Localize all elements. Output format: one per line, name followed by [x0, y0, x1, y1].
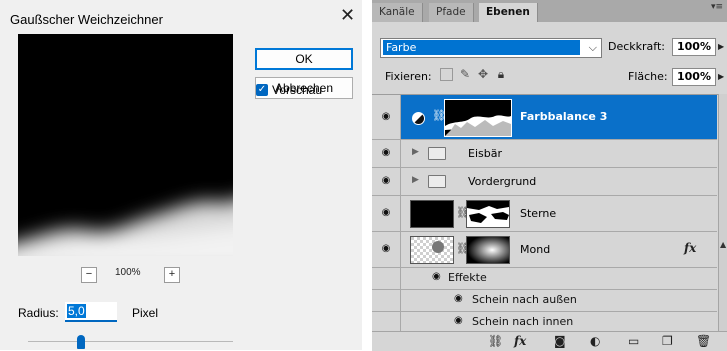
layer-mask-thumbnail[interactable]	[444, 99, 512, 137]
radius-input[interactable]: 5,0	[65, 302, 117, 322]
opacity-label: Deckkraft:	[608, 40, 665, 53]
lock-label: Fixieren:	[385, 70, 432, 83]
layer-name: Eisbär	[468, 147, 502, 160]
layers-scrollbar[interactable]: ▲	[718, 94, 727, 331]
new-adjustment-icon[interactable]: ◐	[590, 333, 600, 349]
mask-graphic	[467, 237, 509, 263]
expand-arrow-icon[interactable]: ▶	[412, 147, 419, 157]
fx-icon[interactable]: fx	[684, 241, 696, 255]
layer-name: Mond	[520, 243, 551, 256]
adjustment-layer-icon	[412, 112, 425, 125]
new-group-icon[interactable]: ▭	[628, 333, 639, 349]
folder-icon	[428, 147, 446, 160]
tab-layers[interactable]: Ebenen	[479, 3, 538, 22]
effect-eye-icon[interactable]: ◉	[454, 315, 463, 326]
preview-checkbox-label: Vorschau	[272, 83, 323, 97]
effect-name: Schein nach innen	[472, 315, 574, 328]
eye-icon[interactable]: ◉	[372, 139, 401, 167]
opacity-input[interactable]: 100%	[672, 38, 716, 56]
radius-slider-thumb[interactable]	[77, 335, 85, 349]
lock-transparency-icon[interactable]	[440, 68, 453, 81]
eye-icon[interactable]	[372, 289, 401, 311]
fill-arrow-icon[interactable]: ▶	[718, 72, 724, 81]
tab-channels[interactable]: Kanäle	[372, 3, 423, 22]
lock-brush-icon[interactable]: ✎	[458, 67, 472, 81]
panel-menu-icon[interactable]: ▾≡	[711, 2, 723, 12]
lock-move-icon[interactable]: ✥	[476, 67, 490, 81]
opacity-arrow-icon[interactable]: ▶	[718, 42, 724, 51]
layer-row-sterne[interactable]: ◉ ⛓︎ Sterne	[372, 195, 717, 232]
blur-preview-image[interactable]	[18, 34, 233, 256]
eye-icon[interactable]: ◉	[372, 195, 401, 231]
effect-row-inner-glow[interactable]: ◉ Schein nach innen	[372, 311, 717, 332]
layer-mask-thumbnail[interactable]	[466, 200, 510, 228]
new-layer-icon[interactable]: ❐	[662, 333, 673, 349]
trash-icon[interactable]: 🗑︎	[696, 333, 711, 349]
layer-name: Farbbalance 3	[520, 110, 608, 123]
layer-mask-thumbnail[interactable]	[466, 236, 510, 264]
panel-tab-bar: Kanäle Pfade Ebenen ▾≡	[372, 0, 727, 22]
radius-slider-track[interactable]	[28, 341, 233, 342]
layer-row-vordergrund[interactable]: ◉ ▶ Vordergrund	[372, 167, 717, 196]
dialog-title: Gaußscher Weichzeichner	[10, 12, 163, 27]
close-icon[interactable]: ✕	[340, 6, 355, 24]
folder-icon	[428, 175, 446, 188]
eye-icon[interactable]	[372, 311, 401, 332]
eye-icon[interactable]: ◉	[372, 167, 401, 195]
blend-mode-select[interactable]: Farbe ⌵	[380, 38, 602, 58]
eye-icon[interactable]: ◉	[372, 95, 401, 139]
effect-eye-icon[interactable]: ◉	[454, 293, 463, 304]
layer-thumbnail[interactable]	[410, 236, 454, 264]
radius-value: 5,0	[67, 304, 86, 318]
layer-row-eisbaer[interactable]: ◉ ▶ Eisbär	[372, 139, 717, 168]
mask-graphic	[467, 201, 509, 227]
lock-all-icon[interactable]: 🔒︎	[494, 67, 508, 81]
mask-graphic	[445, 100, 511, 136]
effects-label: Effekte	[448, 271, 487, 284]
effects-row[interactable]: ◉ Effekte	[372, 267, 717, 290]
radius-unit-label: Pixel	[132, 306, 159, 320]
fill-input[interactable]: 100%	[672, 68, 716, 86]
layers-list: ◉ ⛓︎ Farbbalance 3 ◉ ▶ Eisbär ◉ ▶ Vorder…	[372, 94, 727, 332]
zoom-out-button[interactable]: −	[81, 267, 97, 283]
layers-bottom-toolbar: ⛓︎ fx ◙ ◐ ▭ ❐ 🗑︎	[372, 331, 727, 351]
effect-row-outer-glow[interactable]: ◉ Schein nach außen	[372, 289, 717, 312]
blend-mode-value: Farbe	[383, 40, 580, 55]
transparency-checker	[411, 237, 453, 263]
eye-icon[interactable]	[372, 267, 401, 289]
layer-name: Sterne	[520, 207, 557, 220]
gaussian-blur-dialog: Gaußscher Weichzeichner ✕ − 100% + OK Ab…	[0, 0, 362, 350]
layer-thumbnail[interactable]	[410, 200, 454, 228]
effect-name: Schein nach außen	[472, 293, 577, 306]
eye-icon[interactable]: ◉	[372, 231, 401, 267]
radius-label: Radius:	[18, 306, 59, 320]
zoom-in-button[interactable]: +	[164, 267, 180, 283]
effects-eye-icon[interactable]: ◉	[432, 271, 441, 282]
layers-panel: Kanäle Pfade Ebenen ▾≡ Farbe ⌵ Deckkraft…	[372, 0, 727, 351]
preview-checkbox[interactable]: ✓	[256, 84, 268, 96]
link-layers-icon[interactable]: ⛓︎	[488, 333, 503, 349]
add-style-icon[interactable]: fx	[514, 333, 526, 349]
layer-row-mond[interactable]: ◉ ⛓︎ Mond fx	[372, 231, 717, 268]
scroll-up-icon[interactable]: ▲	[720, 240, 726, 249]
ok-button[interactable]: OK	[255, 48, 353, 70]
layer-row-farbbalance[interactable]: ◉ ⛓︎ Farbbalance 3	[372, 95, 717, 140]
preview-graphic	[18, 34, 233, 256]
layer-name: Vordergrund	[468, 175, 537, 188]
expand-arrow-icon[interactable]: ▶	[412, 175, 419, 185]
zoom-percent: 100%	[115, 267, 141, 278]
chevron-down-icon: ⌵	[588, 41, 597, 54]
add-mask-icon[interactable]: ◙	[554, 333, 566, 349]
fill-label: Fläche:	[628, 70, 668, 83]
tab-paths[interactable]: Pfade	[429, 3, 474, 22]
